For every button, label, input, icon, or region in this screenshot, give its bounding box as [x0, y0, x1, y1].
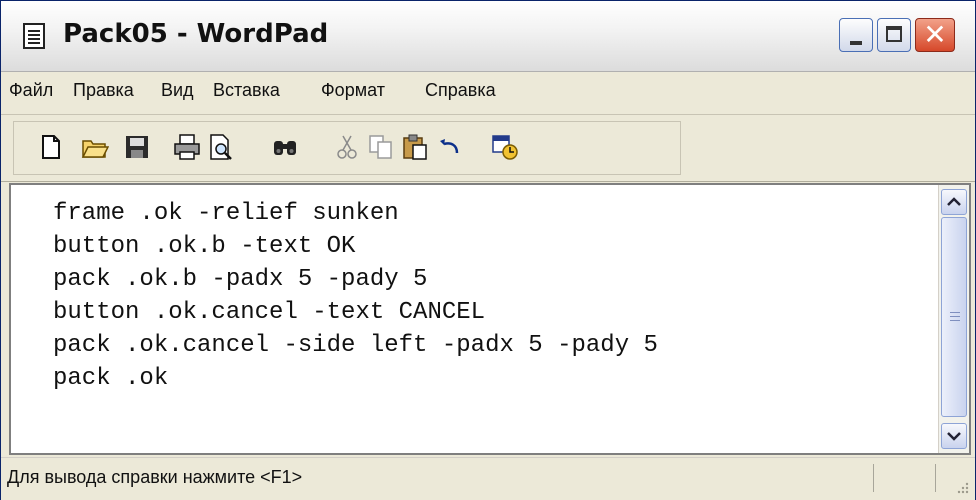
maximize-button[interactable]	[877, 18, 911, 52]
document-line[interactable]: frame .ok -relief sunken	[53, 197, 933, 230]
undo-icon[interactable]	[435, 133, 463, 161]
chevron-up-icon	[947, 197, 961, 206]
paste-icon[interactable]	[401, 133, 429, 161]
document-line[interactable]: button .ok.b -text OK	[53, 230, 933, 263]
save-icon[interactable]	[123, 133, 151, 161]
document-text[interactable]: frame .ok -relief sunken button .ok.b -t…	[53, 197, 933, 447]
document-icon[interactable]	[23, 23, 45, 49]
minimize-button[interactable]	[839, 18, 873, 52]
open-folder-icon[interactable]	[81, 133, 109, 161]
menu-help[interactable]: Справка	[425, 80, 496, 101]
document-line[interactable]: pack .ok.b -padx 5 -pady 5	[53, 263, 933, 296]
toolbar	[1, 115, 975, 182]
menu-view[interactable]: Вид	[161, 80, 194, 101]
scroll-up-button[interactable]	[941, 189, 967, 215]
vertical-scrollbar[interactable]	[938, 185, 969, 453]
menu-file[interactable]: Файл	[9, 80, 53, 101]
print-icon[interactable]	[173, 133, 201, 161]
document-line[interactable]: pack .ok.cancel -side left -padx 5 -pady…	[53, 329, 933, 362]
document-editor[interactable]: frame .ok -relief sunken button .ok.b -t…	[9, 183, 971, 455]
menu-format[interactable]: Формат	[321, 80, 385, 101]
find-icon[interactable]	[271, 133, 299, 161]
status-panel-divider	[935, 464, 936, 492]
resize-grip-icon[interactable]	[955, 480, 969, 494]
cut-icon[interactable]	[333, 133, 361, 161]
document-line[interactable]: button .ok.cancel -text CANCEL	[53, 296, 933, 329]
print-preview-icon[interactable]	[207, 133, 235, 161]
new-document-icon[interactable]	[37, 133, 65, 161]
maximize-icon	[886, 26, 902, 42]
menu-edit[interactable]: Правка	[73, 80, 134, 101]
insert-date-time-icon[interactable]	[491, 133, 519, 161]
close-button[interactable]: ✕	[915, 18, 955, 52]
window-title: Pack05 - WordPad	[63, 19, 329, 49]
scrollbar-thumb[interactable]	[941, 217, 967, 417]
scroll-down-button[interactable]	[941, 423, 967, 449]
menu-insert[interactable]: Вставка	[213, 80, 280, 101]
status-text: Для вывода справки нажмите <F1>	[7, 467, 303, 487]
status-bar: Для вывода справки нажмите <F1>	[1, 457, 975, 500]
document-line[interactable]: pack .ok	[53, 362, 933, 395]
close-icon: ✕	[923, 18, 947, 51]
chevron-down-icon	[947, 432, 961, 441]
wordpad-window: Pack05 - WordPad ✕ Файл Правка Вид Встав…	[0, 0, 976, 500]
menu-bar: Файл Правка Вид Вставка Формат Справка	[1, 72, 975, 115]
copy-icon[interactable]	[367, 133, 395, 161]
minimize-icon	[850, 41, 862, 45]
status-panel-divider	[873, 464, 874, 492]
title-bar[interactable]: Pack05 - WordPad ✕	[1, 1, 975, 72]
